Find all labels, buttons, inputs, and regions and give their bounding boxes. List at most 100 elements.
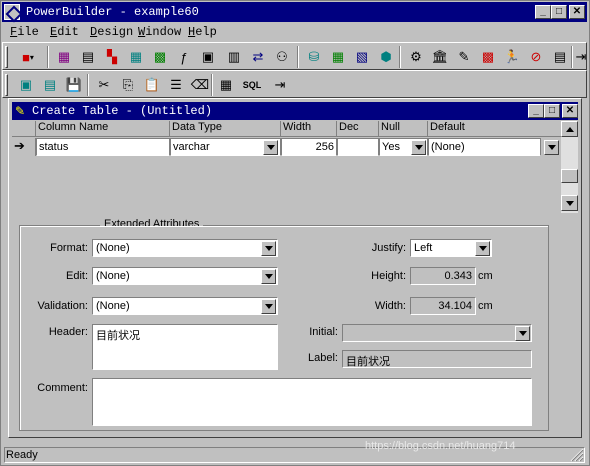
run-icon[interactable]: ⚙	[405, 46, 427, 68]
comment-textarea[interactable]	[92, 378, 532, 426]
null-cell[interactable]: Yes	[379, 138, 428, 156]
justify-dropdown-icon[interactable]	[475, 241, 490, 256]
project-icon[interactable]: ⬢	[375, 46, 397, 68]
menu-design[interactable]: Design	[90, 25, 133, 39]
data-type-cell[interactable]: varchar	[170, 138, 281, 156]
format-label: Format:	[50, 242, 88, 254]
maximize-button[interactable]: □	[551, 5, 567, 19]
report-icon[interactable]: ▧	[351, 46, 373, 68]
minimize-button[interactable]: _	[535, 5, 551, 19]
insert-column-icon[interactable]: ☰	[165, 74, 187, 96]
label-field[interactable]: 目前状况	[342, 350, 532, 368]
column-name-cell[interactable]: status	[36, 138, 170, 156]
scroll-down-icon[interactable]	[561, 195, 578, 211]
debug-icon[interactable]: ⊘	[525, 46, 547, 68]
data-type-dropdown-icon[interactable]	[263, 140, 278, 155]
default-value: (None)	[431, 141, 465, 153]
justify-label: Justify:	[371, 242, 406, 254]
close-button[interactable]: ✕	[569, 5, 585, 19]
child-minimize-button[interactable]: _	[528, 104, 544, 118]
default-dropdown-icon[interactable]	[544, 140, 559, 155]
create-table-title: Create Table - (Untitled)	[32, 104, 213, 118]
child-close-button[interactable]: ✕	[562, 104, 578, 118]
app-titlebar[interactable]: PowerBuilder - example60 _ □ ✕	[2, 2, 587, 22]
toolbar-grip-2[interactable]	[5, 74, 8, 96]
width-label: Width:	[374, 300, 406, 312]
new-object-icon[interactable]: ■ ▾	[13, 46, 43, 68]
header-label: Header:	[48, 326, 88, 338]
menu-edit[interactable]: Edit	[50, 25, 79, 39]
grid-vertical-scrollbar[interactable]	[561, 121, 578, 213]
default-cell[interactable]: (None)	[428, 138, 541, 156]
pen-icon: ✎	[15, 104, 26, 118]
library-icon[interactable]: ▣	[197, 46, 219, 68]
data-type-value: varchar	[173, 141, 210, 153]
window-painter-icon[interactable]: ▤	[77, 46, 99, 68]
label-label: Label:	[308, 352, 338, 364]
width-field[interactable]: 34.104	[410, 297, 476, 315]
save-icon[interactable]: 💾	[63, 74, 85, 96]
resize-grip-icon[interactable]	[568, 446, 584, 462]
pipeline-icon[interactable]: ⇄	[247, 46, 269, 68]
color-icon[interactable]: ▩	[477, 46, 499, 68]
edit-label: Edit:	[65, 270, 88, 282]
door-exit-icon[interactable]: ⇥	[575, 46, 587, 68]
scroll-up-icon[interactable]	[561, 121, 578, 137]
height-field[interactable]: 0.343	[410, 267, 476, 285]
runner-icon[interactable]: 🏃	[501, 46, 523, 68]
user-object-icon[interactable]: ⚇	[271, 46, 293, 68]
data-type-header: Data Type	[170, 121, 281, 137]
exit-icon[interactable]: ▤	[549, 46, 571, 68]
comment-label: Comment:	[37, 382, 88, 394]
db-profile-icon[interactable]: ▦	[327, 46, 349, 68]
paste-icon[interactable]: 📋	[141, 74, 163, 96]
menu-bar: File Edit Design Window Help	[2, 23, 587, 41]
initial-dropdown[interactable]	[342, 324, 532, 342]
close-painter-icon[interactable]: ⇥	[269, 74, 291, 96]
edit-dropdown[interactable]: (None)	[92, 267, 278, 285]
justify-dropdown[interactable]: Left	[410, 239, 492, 257]
validation-dropdown-icon[interactable]	[261, 299, 276, 314]
create-table-window: ✎ Create Table - (Untitled) _ □ ✕ Column…	[8, 98, 582, 438]
format-dropdown[interactable]: (None)	[92, 239, 278, 257]
edit-icon[interactable]: ✎	[453, 46, 475, 68]
create-table-titlebar[interactable]: ✎ Create Table - (Untitled) _ □ ✕	[12, 102, 578, 120]
structure-icon[interactable]: ▩	[149, 46, 171, 68]
edit-dropdown-icon[interactable]	[261, 269, 276, 284]
sql-button[interactable]: SQL	[239, 74, 265, 96]
copy-icon[interactable]: ⎘	[117, 74, 139, 96]
application-icon[interactable]: ▦	[53, 46, 75, 68]
header-textarea[interactable]: 目前状况	[92, 324, 278, 370]
new-table-icon[interactable]: ▣	[15, 74, 37, 96]
validation-label: Validation:	[37, 300, 88, 312]
function-icon[interactable]: ƒ	[173, 46, 195, 68]
powerbuilder-app-icon[interactable]	[4, 4, 20, 20]
properties-icon[interactable]: ▦	[215, 74, 237, 96]
child-maximize-button[interactable]: □	[544, 104, 560, 118]
null-header: Null	[379, 121, 428, 137]
height-label: Height:	[371, 270, 406, 282]
watermark: https://blog.csdn.net/huang714	[365, 440, 516, 452]
browser-icon[interactable]: 🏛	[429, 46, 451, 68]
query-icon[interactable]: ▥	[223, 46, 245, 68]
scroll-thumb[interactable]	[561, 169, 578, 183]
initial-dropdown-icon[interactable]	[515, 326, 530, 341]
open-table-icon[interactable]: ▤	[39, 74, 61, 96]
width-cell[interactable]: 256	[281, 138, 337, 156]
database-icon[interactable]: ⛁	[303, 46, 325, 68]
app-title: PowerBuilder - example60	[26, 5, 199, 19]
menu-file[interactable]: File	[10, 25, 39, 39]
validation-dropdown[interactable]: (None)	[92, 297, 278, 315]
format-dropdown-icon[interactable]	[261, 241, 276, 256]
dec-cell[interactable]	[337, 138, 379, 156]
cut-icon[interactable]: ✂	[93, 74, 115, 96]
toolbar-grip[interactable]	[5, 46, 8, 68]
menu-painter-icon[interactable]: ▚	[101, 46, 123, 68]
menu-help[interactable]: Help	[188, 25, 217, 39]
format-value: (None)	[96, 242, 130, 254]
erase-icon[interactable]: ⌫	[189, 74, 211, 96]
menu-window[interactable]: Window	[138, 25, 181, 39]
datawindow-icon[interactable]: ▦	[125, 46, 147, 68]
status-text: Ready	[6, 449, 38, 461]
null-dropdown-icon[interactable]	[411, 140, 426, 155]
